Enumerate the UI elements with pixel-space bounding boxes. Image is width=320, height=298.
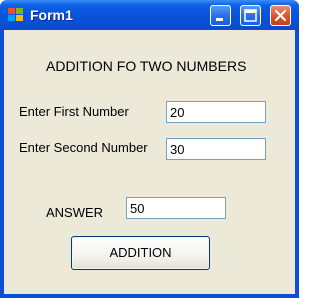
- windows-form-icon: [8, 8, 24, 22]
- form-window: Form1 ADDITION FO TWO NUMBERS Enter Firs…: [0, 0, 299, 298]
- second-number-input[interactable]: 30: [166, 138, 266, 160]
- first-number-label: Enter First Number: [19, 104, 129, 119]
- maximize-button[interactable]: [240, 5, 261, 26]
- first-number-input[interactable]: 20: [166, 101, 266, 123]
- form-client-area: ADDITION FO TWO NUMBERS Enter First Numb…: [4, 30, 295, 294]
- answer-output[interactable]: 50: [126, 197, 226, 219]
- form-heading: ADDITION FO TWO NUMBERS: [46, 58, 247, 74]
- title-bar[interactable]: Form1: [0, 0, 299, 30]
- minimize-button[interactable]: [210, 5, 231, 26]
- answer-label: ANSWER: [46, 205, 104, 220]
- window-title: Form1: [30, 7, 73, 23]
- second-number-label: Enter Second Number: [19, 140, 148, 155]
- addition-button[interactable]: ADDITION: [71, 236, 210, 270]
- close-button[interactable]: [270, 5, 291, 26]
